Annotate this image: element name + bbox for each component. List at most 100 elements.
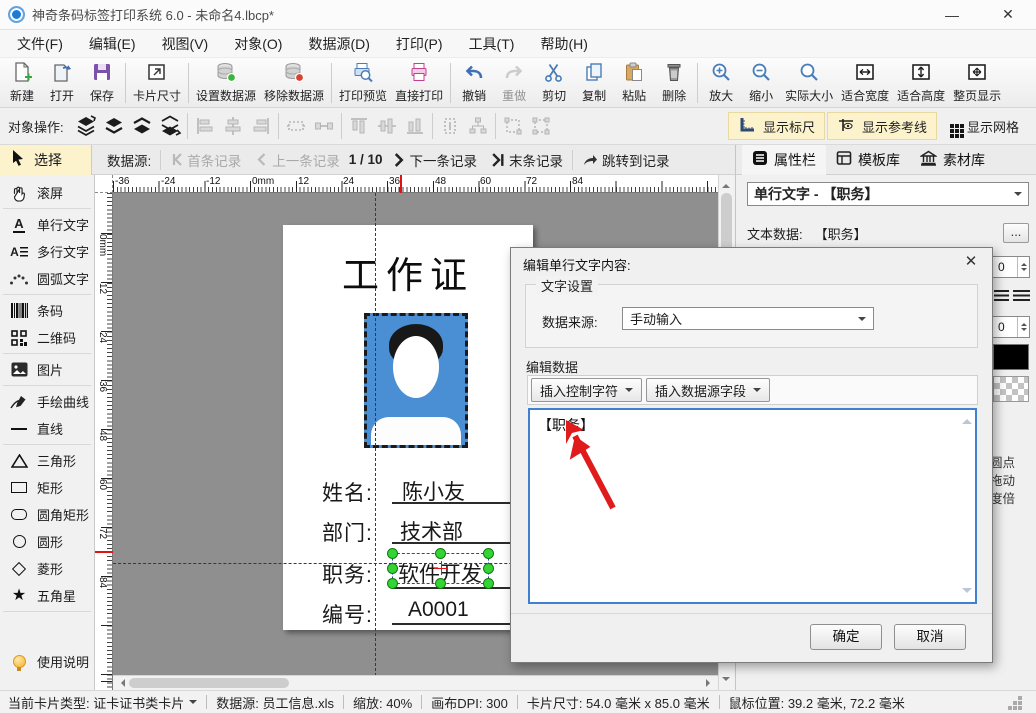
object-selector-dropdown[interactable]: 单行文字 - 【职务】 — [747, 182, 1029, 206]
spinner-top[interactable]: 0 — [992, 256, 1030, 278]
fit-height-button[interactable]: 适合高度 — [893, 60, 949, 106]
menu-tools[interactable]: 工具(T) — [456, 30, 528, 58]
last-record-button[interactable]: 末条记录 — [484, 150, 570, 170]
tool-rectangle[interactable]: 矩形 — [0, 474, 94, 501]
direct-print-button[interactable]: 直接打印 — [391, 60, 447, 106]
save-button[interactable]: 保存 — [82, 60, 122, 106]
tool-single-line-text[interactable]: A 单行文字 — [0, 211, 94, 238]
open-button[interactable]: 打开 — [42, 60, 82, 106]
menu-edit[interactable]: 编辑(E) — [76, 30, 149, 58]
actual-size-button[interactable]: 实际大小 — [781, 60, 837, 106]
tool-barcode[interactable]: 条码 — [0, 297, 94, 324]
data-source-dropdown[interactable]: 手动输入 — [622, 307, 874, 330]
tool-freehand-curve[interactable]: 手绘曲线 — [0, 388, 94, 415]
show-ruler-toggle[interactable]: 显示标尺 — [728, 112, 825, 140]
help-button[interactable]: 使用说明 — [0, 648, 94, 675]
tool-star[interactable]: ★ 五角星 — [0, 582, 94, 609]
tab-materials[interactable]: 素材库 — [910, 145, 995, 175]
bring-forward-icon[interactable] — [101, 113, 127, 139]
vertical-guide-line[interactable] — [375, 193, 376, 676]
textarea-scroll-up-icon[interactable] — [962, 414, 972, 424]
undo-button[interactable]: 撤销 — [454, 60, 494, 106]
menu-object[interactable]: 对象(O) — [221, 30, 295, 58]
minimize-button[interactable]: — — [924, 0, 980, 30]
remove-datasource-button[interactable]: 移除数据源 — [260, 60, 328, 106]
cancel-button[interactable]: 取消 — [894, 624, 966, 650]
field-number-value[interactable]: A0001 — [408, 598, 469, 622]
scroll-down-icon[interactable] — [722, 677, 730, 685]
first-record-button[interactable]: 首条记录 — [163, 150, 248, 170]
selection-handle-n[interactable] — [435, 548, 446, 559]
spinner-arrows-icon[interactable] — [1017, 317, 1029, 337]
goto-record-button[interactable]: 跳转到记录 — [575, 150, 677, 170]
tool-diamond[interactable]: 菱形 — [0, 555, 94, 582]
tool-circle[interactable]: 圆形 — [0, 528, 94, 555]
resize-grip[interactable] — [1018, 696, 1022, 700]
send-backward-icon[interactable] — [129, 113, 155, 139]
tool-image[interactable]: 图片 — [0, 356, 94, 383]
selection-handle-se[interactable] — [483, 578, 494, 589]
selection-handle-s[interactable] — [435, 578, 446, 589]
tool-rounded-rectangle[interactable]: 圆角矩形 — [0, 501, 94, 528]
tab-properties[interactable]: 属性栏 — [742, 145, 826, 175]
prev-record-button[interactable]: 上一条记录 — [248, 150, 347, 170]
tool-qrcode[interactable]: 二维码 — [0, 324, 94, 351]
align-lines-icon[interactable] — [994, 290, 1009, 301]
card-size-button[interactable]: 卡片尺寸 — [129, 60, 185, 106]
horizontal-scroll-thumb[interactable] — [129, 678, 289, 688]
tool-arc-text[interactable]: 圆弧文字 — [0, 265, 94, 292]
dialog-close-icon[interactable]: ✕ — [960, 252, 982, 272]
fit-width-button[interactable]: 适合宽度 — [837, 60, 893, 106]
selection-handle-sw[interactable] — [387, 578, 398, 589]
menu-datasource[interactable]: 数据源(D) — [295, 30, 382, 58]
justify-lines-icon[interactable] — [1013, 290, 1030, 301]
menu-print[interactable]: 打印(P) — [383, 30, 456, 58]
menu-help[interactable]: 帮助(H) — [527, 30, 600, 58]
scroll-left-icon[interactable] — [117, 679, 125, 687]
redo-button[interactable]: 重做 — [494, 60, 534, 106]
close-button[interactable]: ✕ — [980, 0, 1036, 30]
tab-templates[interactable]: 模板库 — [826, 145, 910, 175]
zoom-out-button[interactable]: 缩小 — [741, 60, 781, 106]
copy-button[interactable]: 复制 — [574, 60, 614, 106]
spinner-bottom[interactable]: 0 — [992, 316, 1030, 338]
background-color-swatch[interactable] — [993, 376, 1029, 402]
selection-handle-ne[interactable] — [483, 548, 494, 559]
ok-button[interactable]: 确定 — [810, 624, 882, 650]
show-guides-toggle[interactable]: 显示参考线 — [827, 112, 937, 140]
show-grid-toggle[interactable]: 显示网格 — [939, 112, 1028, 140]
scroll-right-icon[interactable] — [706, 679, 714, 687]
insert-datasource-field-button[interactable]: 插入数据源字段 — [646, 378, 770, 402]
menu-file[interactable]: 文件(F) — [4, 30, 76, 58]
tool-triangle[interactable]: 三角形 — [0, 447, 94, 474]
send-to-back-icon[interactable] — [157, 113, 183, 139]
font-color-swatch[interactable] — [993, 344, 1029, 370]
cut-button[interactable]: 剪切 — [534, 60, 574, 106]
tool-multi-line-text[interactable]: A 多行文字 — [0, 238, 94, 265]
horizontal-scrollbar[interactable] — [113, 675, 718, 690]
text-data-more-button[interactable]: ... — [1003, 223, 1029, 243]
scroll-up-icon[interactable] — [722, 180, 730, 188]
textarea-scroll-down-icon[interactable] — [962, 588, 972, 598]
tool-line[interactable]: 直线 — [0, 415, 94, 442]
menu-view[interactable]: 视图(V) — [149, 30, 222, 58]
tool-scroll[interactable]: 滚屏 — [0, 179, 94, 206]
spinner-arrows-icon[interactable] — [1017, 257, 1029, 277]
selection-handle-e[interactable] — [483, 563, 494, 574]
selection-handle-nw[interactable] — [387, 548, 398, 559]
status-card-type[interactable]: 当前卡片类型: 证卡证书类卡片 — [8, 693, 184, 712]
delete-button[interactable]: 删除 — [654, 60, 694, 106]
select-tool-button[interactable]: 选择 — [0, 145, 92, 175]
selection-handle-w[interactable] — [387, 563, 398, 574]
fit-page-button[interactable]: 整页显示 — [949, 60, 1005, 106]
set-datasource-button[interactable]: 设置数据源 — [192, 60, 260, 106]
insert-control-char-button[interactable]: 插入控制字符 — [531, 378, 642, 402]
card-title[interactable]: 工作证 — [293, 245, 523, 299]
bring-to-front-icon[interactable] — [73, 113, 99, 139]
next-record-button[interactable]: 下一条记录 — [385, 150, 485, 170]
paste-button[interactable]: 粘贴 — [614, 60, 654, 106]
photo-object[interactable] — [364, 313, 468, 448]
new-button[interactable]: 新建 — [2, 60, 42, 106]
zoom-in-button[interactable]: 放大 — [701, 60, 741, 106]
print-preview-button[interactable]: 打印预览 — [335, 60, 391, 106]
